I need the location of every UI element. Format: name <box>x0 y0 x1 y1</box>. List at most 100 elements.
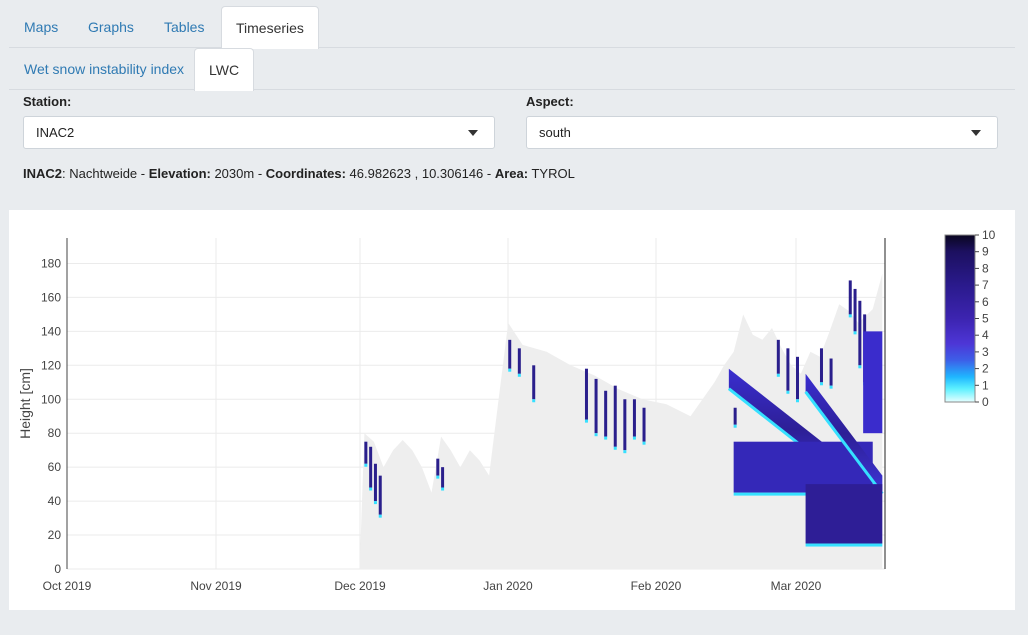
lwc-heatmap-chart[interactable]: 020406080100120140160180Oct 2019 Nov 2019… <box>9 210 1015 610</box>
station-info: INAC2: Nachtweide - Elevation: 2030m - C… <box>23 166 575 181</box>
lwc-streak-tip <box>594 433 598 437</box>
lwc-streak <box>733 407 737 425</box>
lwc-band-right <box>863 331 883 434</box>
lwc-streak-tip <box>604 436 608 440</box>
x-tick-label: Nov 2019 <box>190 579 242 593</box>
snow-area <box>359 273 883 569</box>
x-tick-label: Jan 2020 <box>483 579 533 593</box>
colorbar-tick-label: 0 <box>982 395 989 409</box>
lwc-streak-tip <box>853 331 857 335</box>
lwc-streak-tip <box>819 382 823 386</box>
lwc-streak-tip <box>796 399 799 403</box>
lwc-streak-tip <box>364 463 368 467</box>
y-tick-label: 120 <box>41 358 61 372</box>
tab-lwc[interactable]: LWC <box>194 48 255 91</box>
lwc-streak <box>378 475 382 515</box>
aspect-label: Aspect: <box>526 94 574 109</box>
lwc-streak <box>508 339 512 369</box>
station-id: INAC2 <box>23 166 63 181</box>
lwc-streak-tip <box>632 436 636 440</box>
tab-tables[interactable]: Tables <box>150 6 218 48</box>
x-tick-label: Mar 2020 <box>771 579 822 593</box>
colorbar-tick-label: 8 <box>982 261 989 275</box>
aspect-select[interactable]: south <box>526 116 998 149</box>
coordinates-label: Coordinates: <box>265 166 346 181</box>
y-tick-label: 80 <box>48 426 62 440</box>
tab-timeseries[interactable]: Timeseries <box>221 6 319 49</box>
lwc-streak <box>632 399 636 437</box>
colorbar-tick-label: 3 <box>982 345 989 359</box>
lwc-streak-tip <box>508 368 512 372</box>
lwc-streak-tip <box>532 399 536 403</box>
y-axis-title: Height [cm] <box>17 368 33 439</box>
y-tick-label: 140 <box>41 324 61 338</box>
station-label: Station: <box>23 94 72 109</box>
colorbar-tick-label: 10 <box>982 228 996 242</box>
lwc-streak <box>776 339 780 374</box>
lwc-streak-tip <box>776 373 780 377</box>
lwc-streak-tip <box>642 441 646 445</box>
lwc-streak-tip <box>786 390 790 394</box>
lwc-streak <box>517 348 521 374</box>
colorbar-tick-label: 6 <box>982 295 989 309</box>
station-select[interactable]: INAC2 <box>23 116 495 149</box>
lwc-streak-tip <box>517 373 521 377</box>
tab-maps[interactable]: Maps <box>10 6 72 48</box>
colorbar-gradient <box>944 234 976 403</box>
lwc-streak <box>584 368 588 420</box>
lwc-streak-tip <box>623 450 627 454</box>
lwc-streak <box>858 300 862 366</box>
sub-tab-bar: Wet snow instability index LWC <box>9 48 1015 91</box>
lwc-streak-tip <box>733 424 737 428</box>
lwc-streak <box>373 463 377 502</box>
lwc-streak-tip <box>436 475 440 479</box>
colorbar-tick-label: 4 <box>982 328 989 342</box>
station-select-value: INAC2 <box>36 125 75 140</box>
lwc-streak <box>532 365 536 400</box>
aspect-select-value: south <box>539 125 571 140</box>
tab-graphs[interactable]: Graphs <box>74 6 148 48</box>
lwc-streak-tip <box>584 419 588 423</box>
colorbar-tick-label: 1 <box>982 378 989 392</box>
elevation-label: Elevation: <box>148 166 211 181</box>
snow-height-area <box>359 273 883 569</box>
x-tick-label: Oct 2019 <box>43 579 92 593</box>
lwc-streak <box>829 358 833 386</box>
colorbar-tick-label: 9 <box>982 245 989 259</box>
lwc-streak <box>441 467 445 488</box>
area-label: Area: <box>494 166 529 181</box>
chevron-down-icon <box>971 130 981 136</box>
y-tick-label: 100 <box>41 392 61 406</box>
chevron-down-icon <box>468 130 478 136</box>
lwc-band-bottom-edge <box>805 543 883 547</box>
y-tick-label: 160 <box>41 290 61 304</box>
lwc-streak-tip <box>378 514 382 518</box>
lwc-streak <box>436 458 440 476</box>
lwc-streak <box>796 356 799 400</box>
lwc-streak <box>848 280 852 315</box>
lwc-streak <box>786 348 790 391</box>
colorbar-tick-label: 7 <box>982 278 989 292</box>
coordinates-value: 46.982623 , 10.306146 - <box>345 166 495 181</box>
lwc-streak <box>623 399 627 451</box>
colorbar-tick-label: 5 <box>982 312 989 326</box>
lwc-streak-tip <box>373 501 377 505</box>
y-tick-label: 40 <box>48 494 62 508</box>
chart-panel: 0 20 40 60 80 100 120 140 160 180 Oct 2019 Nov 2019… <box>9 210 1015 610</box>
x-tick-label: Dec 2019 <box>334 579 386 593</box>
y-tick-label: 20 <box>48 528 62 542</box>
lwc-streak <box>594 378 598 434</box>
colorbar: 0 1 2 3 4 5 6 7 8 9 10 <box>944 228 996 409</box>
lwc-streak <box>369 446 373 488</box>
lwc-streak-tip <box>369 487 373 491</box>
lwc-streak <box>613 385 617 447</box>
y-tick-label: 180 <box>41 256 61 270</box>
lwc-streak <box>364 441 368 464</box>
lwc-band-bottom <box>805 484 883 544</box>
lwc-streak-tip <box>848 314 852 318</box>
lwc-streak-tip <box>858 365 862 369</box>
tab-wet-snow-instability-index[interactable]: Wet snow instability index <box>10 48 198 90</box>
lwc-streak <box>604 390 608 437</box>
lwc-streak <box>819 348 823 383</box>
lwc-streak <box>642 407 646 442</box>
